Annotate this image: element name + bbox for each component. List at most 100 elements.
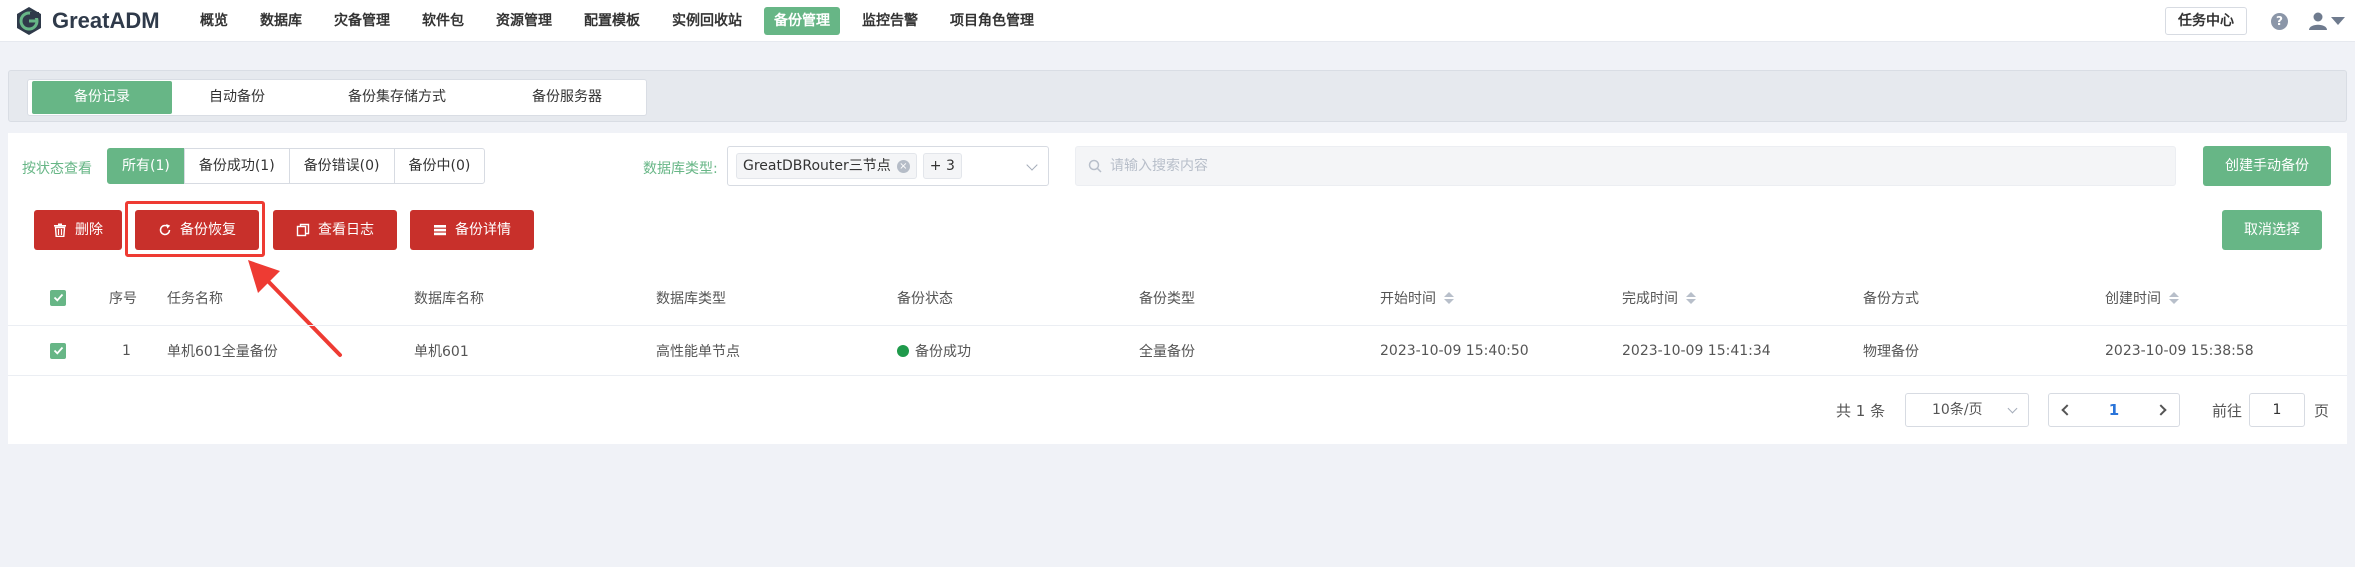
app-name: GreatADM (52, 7, 160, 33)
header-db-name: 数据库名称 (414, 290, 484, 307)
nav-monitor-alert[interactable]: 监控告警 (852, 7, 928, 35)
nav-database[interactable]: 数据库 (250, 7, 312, 35)
select-all-checkbox[interactable] (50, 270, 66, 325)
nav-instance-recycle[interactable]: 实例回收站 (662, 7, 752, 35)
table-row[interactable]: 1 单机601全量备份 单机601 高性能单节点 备份成功 全量备份 2023-… (8, 326, 2347, 376)
row-end-time: 2023-10-09 15:41:34 (1622, 342, 1771, 359)
tab-backup-server[interactable]: 备份服务器 (492, 81, 642, 114)
db-type-more-tag: + 3 (922, 153, 962, 179)
header-task-name: 任务名称 (167, 290, 223, 307)
header-backup-type: 备份类型 (1139, 290, 1195, 307)
nav-resource[interactable]: 资源管理 (486, 7, 562, 35)
view-log-button-label: 查看日志 (318, 222, 374, 238)
goto-page-input[interactable] (2249, 393, 2305, 427)
search-icon (1088, 159, 1102, 173)
row-created-time: 2023-10-09 15:38:58 (2105, 342, 2254, 359)
row-method: 物理备份 (1863, 343, 1919, 360)
chevron-down-icon (1026, 159, 1038, 171)
nav-overview[interactable]: 概览 (190, 7, 238, 35)
db-type-label: 数据库类型: (643, 161, 718, 177)
nav-config-template[interactable]: 配置模板 (574, 7, 650, 35)
task-center-button[interactable]: 任务中心 (2165, 7, 2247, 35)
pagination-total: 共 1 条 (1836, 401, 1886, 420)
page-size-select[interactable]: 10条/页 (1905, 393, 2029, 427)
row-status: 备份成功 (897, 326, 971, 375)
backup-tabs: 备份记录 自动备份 备份集存储方式 备份服务器 (27, 79, 647, 116)
top-navbar: GreatADM 概览 数据库 灾备管理 软件包 资源管理 配置模板 实例回收站… (0, 0, 2355, 42)
backup-detail-button[interactable]: 备份详情 (410, 210, 534, 250)
main-nav: 概览 数据库 灾备管理 软件包 资源管理 配置模板 实例回收站 备份管理 监控告… (190, 6, 1056, 35)
chevron-left-icon[interactable] (2061, 404, 2073, 416)
tab-backup-records[interactable]: 备份记录 (32, 81, 172, 114)
status-filter-in-progress[interactable]: 备份中(0) (393, 148, 486, 184)
sort-icon[interactable] (1686, 291, 1696, 304)
nav-disaster-recovery[interactable]: 灾备管理 (324, 7, 400, 35)
current-page[interactable]: 1 (2109, 401, 2119, 419)
restore-highlight-box (125, 201, 265, 257)
nav-software-package[interactable]: 软件包 (412, 7, 474, 35)
trash-icon (54, 223, 66, 237)
row-start-time: 2023-10-09 15:40:50 (1380, 342, 1529, 359)
chevron-down-icon (2007, 403, 2018, 414)
search-input[interactable] (1110, 158, 2010, 174)
tab-backup-storage[interactable]: 备份集存储方式 (302, 81, 492, 114)
tabs-panel: 备份记录 自动备份 备份集存储方式 备份服务器 (8, 70, 2347, 122)
create-manual-backup-button[interactable]: 创建手动备份 (2203, 146, 2331, 186)
top-right-tools: 任务中心 ? (2165, 0, 2355, 42)
help-circle-icon[interactable]: ? (2271, 12, 2288, 30)
header-db-type: 数据库类型 (656, 290, 726, 307)
user-menu[interactable] (2308, 12, 2345, 30)
row-checkbox[interactable] (50, 326, 66, 375)
app-logo[interactable]: GreatADM (14, 6, 184, 36)
header-created-time-label: 创建时间 (2105, 290, 2161, 307)
header-end-time[interactable]: 完成时间 (1622, 270, 1696, 325)
header-index: 序号 (109, 290, 137, 307)
page-navigator: 1 (2048, 393, 2180, 427)
db-type-select[interactable]: GreatDBRouter三节点 × + 3 (727, 146, 1049, 186)
header-method: 备份方式 (1863, 290, 1919, 307)
tab-auto-backup[interactable]: 自动备份 (172, 81, 302, 114)
greatadm-logo-icon (17, 6, 41, 35)
page-unit-label: 页 (2314, 401, 2330, 420)
status-filter-group: 所有(1) 备份成功(1) 备份错误(0) 备份中(0) (107, 148, 486, 184)
header-created-time[interactable]: 创建时间 (2105, 270, 2179, 325)
user-icon (2309, 12, 2327, 30)
checkbox-checked-icon (50, 342, 66, 359)
status-filter-label: 按状态查看 (22, 161, 92, 177)
search-box (1075, 146, 2176, 186)
copy-icon (296, 223, 310, 237)
status-filter-error[interactable]: 备份错误(0) (288, 148, 395, 184)
chevron-right-icon[interactable] (2155, 404, 2167, 416)
sort-icon[interactable] (1444, 291, 1454, 304)
checkbox-checked-icon (50, 289, 66, 306)
db-type-tag-label: GreatDBRouter三节点 (743, 158, 891, 174)
page-size-value: 10条/页 (1932, 402, 1983, 418)
status-dot-icon (897, 344, 909, 357)
row-status-label: 备份成功 (915, 343, 971, 360)
header-start-time-label: 开始时间 (1380, 290, 1436, 307)
db-type-tag: GreatDBRouter三节点 × (736, 153, 917, 179)
list-icon (434, 225, 446, 236)
close-icon[interactable]: × (896, 159, 910, 173)
header-end-time-label: 完成时间 (1622, 290, 1678, 307)
row-db-type: 高性能单节点 (656, 343, 740, 360)
table-header: 序号 任务名称 数据库名称 数据库类型 备份状态 备份类型 开始时间 完成时间 … (8, 270, 2347, 326)
header-start-time[interactable]: 开始时间 (1380, 270, 1454, 325)
row-index: 1 (122, 342, 131, 359)
goto-label: 前往 (2212, 401, 2243, 420)
delete-button[interactable]: 删除 (34, 210, 122, 250)
nav-backup[interactable]: 备份管理 (764, 6, 840, 35)
backup-detail-button-label: 备份详情 (455, 222, 511, 238)
row-backup-type: 全量备份 (1139, 343, 1195, 360)
view-log-button[interactable]: 查看日志 (273, 210, 397, 250)
row-task-name: 单机601全量备份 (167, 343, 278, 360)
row-db-name: 单机601 (414, 343, 469, 360)
nav-project-role[interactable]: 项目角色管理 (940, 7, 1044, 35)
status-filter-all[interactable]: 所有(1) (107, 148, 185, 184)
sort-icon[interactable] (2169, 291, 2179, 304)
cancel-selection-button[interactable]: 取消选择 (2222, 210, 2322, 250)
status-filter-success[interactable]: 备份成功(1) (183, 148, 290, 184)
header-status: 备份状态 (897, 290, 953, 307)
delete-button-label: 删除 (75, 222, 103, 238)
chevron-down-icon (2331, 17, 2345, 25)
